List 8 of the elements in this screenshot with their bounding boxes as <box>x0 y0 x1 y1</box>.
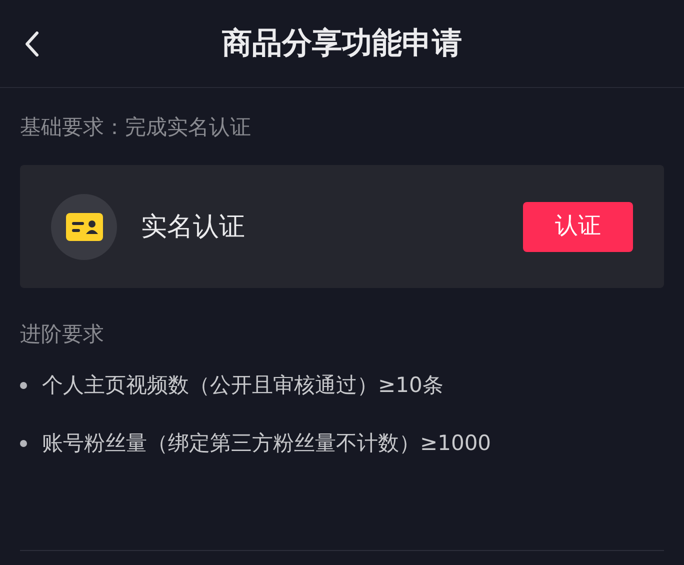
section-label: 进阶要求 <box>20 324 105 345</box>
card-title: 实名认证 <box>141 214 245 240</box>
requirement-text: 个人主页视频数（公开且审核通过）≥10条 <box>42 375 444 396</box>
back-icon <box>24 30 40 58</box>
verify-button[interactable]: 认证 <box>523 202 633 252</box>
section-label: 基础要求：完成实名认证 <box>20 117 252 138</box>
page-title: 商品分享功能申请 <box>222 28 462 58</box>
requirement-text: 账号粉丝量（绑定第三方粉丝量不计数）≥1000 <box>42 433 492 454</box>
